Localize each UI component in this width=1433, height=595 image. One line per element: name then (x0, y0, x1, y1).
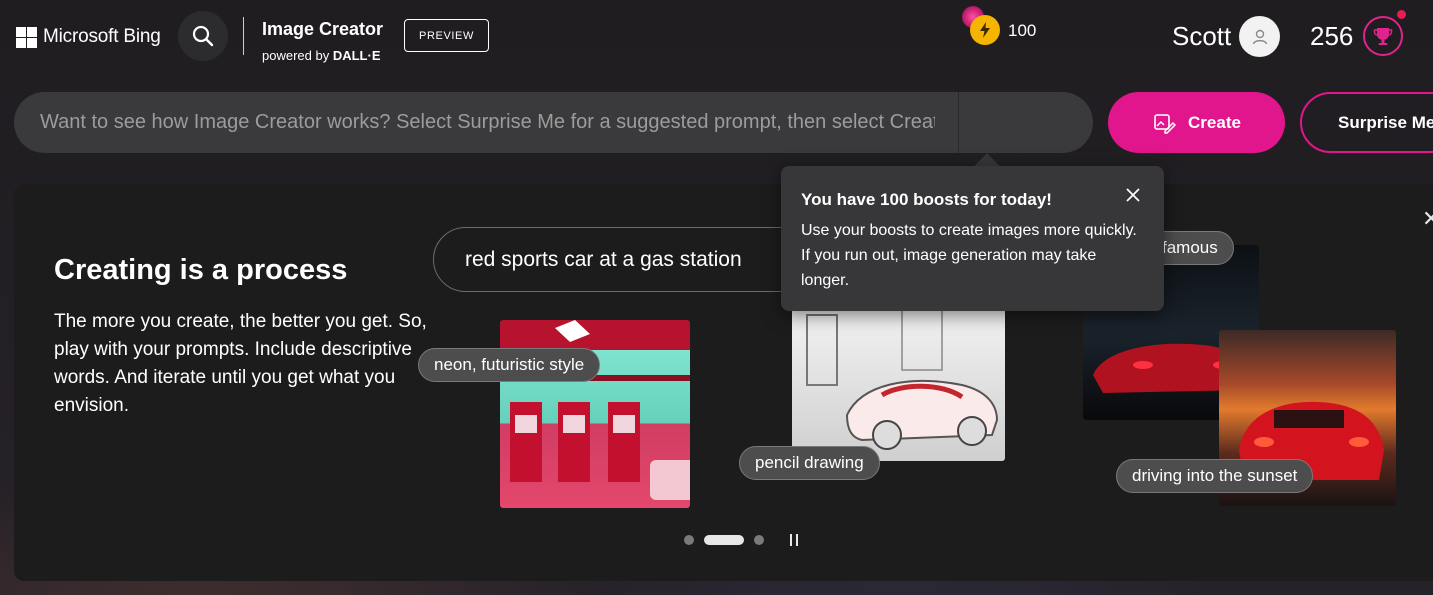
header-divider (243, 17, 244, 55)
lightning-icon (980, 22, 990, 38)
image-edit-icon (1154, 113, 1177, 134)
tooltip-text: Use your boosts to create images more qu… (801, 222, 1137, 289)
example-prompt-pill: red sports car at a gas station (433, 227, 813, 292)
user-icon (1252, 29, 1267, 44)
style-tag: driving into the sunset (1116, 459, 1314, 493)
notification-dot (1397, 10, 1406, 19)
card-body: The more you create, the better you get.… (54, 311, 427, 416)
preview-badge: PREVIEW (404, 19, 489, 52)
style-tag: pencil drawing (739, 446, 880, 480)
pause-icon[interactable] (790, 534, 798, 546)
tooltip-title: You have 100 boosts for today! (801, 190, 1052, 209)
prompt-bar-divider (958, 92, 959, 153)
carousel-dot-active[interactable] (704, 535, 744, 545)
surprise-me-button[interactable]: Surprise Me (1300, 92, 1433, 153)
header: Microsoft Bing Image Creator powered by … (0, 0, 1433, 72)
carousel-dot[interactable] (684, 535, 694, 545)
microsoft-bing-logo[interactable]: Microsoft Bing (16, 26, 161, 48)
brand-name: Microsoft Bing (43, 26, 161, 47)
app-title[interactable]: Image Creator (262, 19, 383, 40)
boost-count: 100 (1008, 21, 1037, 40)
trophy-icon (1373, 28, 1393, 45)
search-button[interactable] (178, 11, 228, 61)
prompt-bar (14, 92, 1093, 153)
close-icon[interactable]: ✕ (1422, 206, 1433, 232)
rewards-button[interactable] (1363, 16, 1403, 56)
close-icon[interactable] (1124, 186, 1142, 204)
reward-points[interactable]: 256 (1310, 21, 1353, 52)
windows-logo-icon (16, 26, 37, 48)
prompt-input[interactable] (40, 92, 935, 153)
avatar[interactable] (1239, 16, 1280, 57)
card-title: Creating is a process (54, 254, 348, 286)
user-name[interactable]: Scott (1172, 21, 1231, 52)
surprise-label: Surprise Me (1338, 112, 1433, 132)
powered-by-prefix: powered by (262, 48, 333, 63)
create-label: Create (1188, 112, 1241, 132)
carousel-dots (684, 535, 764, 545)
powered-by: powered by DALL·E (262, 48, 381, 63)
style-tag: neon, futuristic style (418, 348, 601, 382)
create-button[interactable]: Create (1108, 92, 1285, 153)
search-icon (192, 25, 214, 47)
powered-by-name: DALL·E (332, 48, 381, 63)
boost-button[interactable] (970, 15, 1000, 45)
example-image-pencil (792, 305, 1005, 461)
carousel-dot[interactable] (754, 535, 764, 545)
boost-tooltip: You have 100 boosts for today! Use your … (781, 166, 1164, 311)
